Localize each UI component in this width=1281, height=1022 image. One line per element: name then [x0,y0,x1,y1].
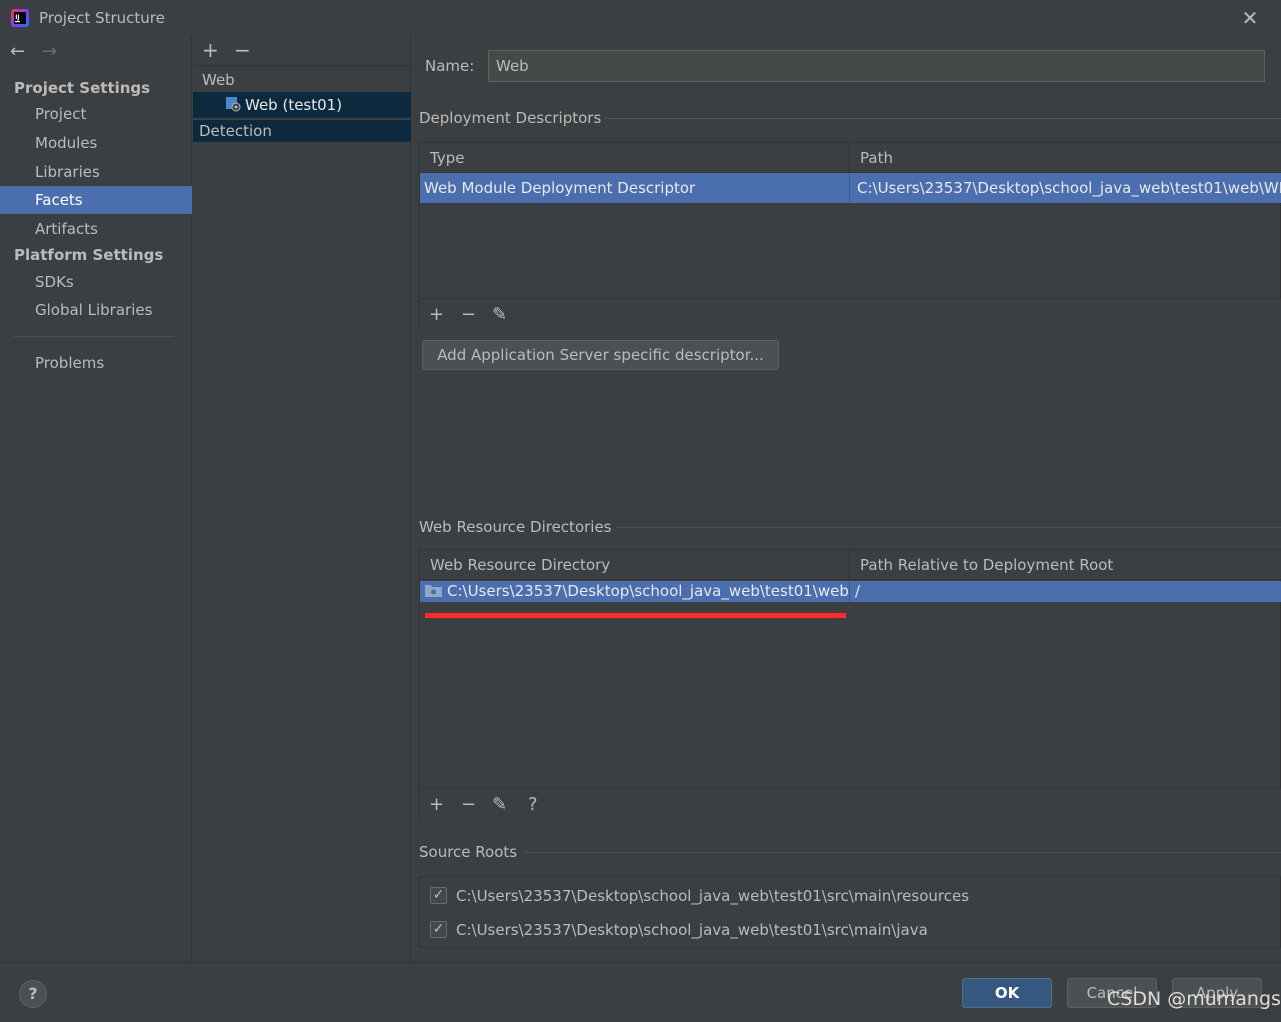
nav-item-facets[interactable]: Facets [0,186,192,214]
close-icon[interactable]: ✕ [1240,8,1260,28]
remove-icon[interactable]: − [234,40,251,60]
column-header-path[interactable]: Path [850,143,1281,173]
watermark: CSDN @mumangs [1107,988,1281,1010]
web-resource-dir-cell: C:\Users\23537\Desktop\school_java_web\t… [420,581,850,602]
red-underline-annotation [425,613,846,618]
facet-tree-toolbar: + − [193,36,411,66]
nav-item-global-libraries[interactable]: Global Libraries [0,296,192,324]
edit-pencil-icon[interactable]: ✎ [492,794,507,815]
add-server-descriptor-button[interactable]: Add Application Server specific descript… [422,340,779,370]
svg-text:IJ: IJ [15,14,19,21]
deployment-descriptors-table: Type Path Web Module Deployment Descript… [419,142,1281,330]
web-resource-dir-path: C:\Users\23537\Desktop\school_java_web\t… [447,582,849,600]
name-label: Name: [425,57,475,75]
facet-tree-panel: + − Web Web (test01) Detection [193,36,411,962]
table-row[interactable]: C:\Users\23537\Desktop\school_java_web\t… [420,581,1281,602]
add-icon[interactable]: + [202,40,219,60]
web-facet-icon [225,94,241,112]
edit-pencil-icon[interactable]: ✎ [492,304,507,325]
back-arrow-icon[interactable]: ← [10,41,25,62]
descriptor-path-cell: C:\Users\23537\Desktop\school_java_web\t… [850,173,1281,203]
remove-icon[interactable]: − [461,304,476,325]
checkbox-checked-icon[interactable]: ✓ [430,887,447,904]
deployment-table-toolbar: + − ✎ [420,298,1281,330]
column-header-type[interactable]: Type [420,143,850,173]
title-bar: IJ Project Structure ✕ [0,0,1281,36]
section-divider [524,852,1281,853]
web-resource-directories-title: Web Resource Directories [419,518,612,536]
remove-icon[interactable]: − [461,794,476,815]
column-header-relative-path[interactable]: Path Relative to Deployment Root [850,550,1281,580]
add-icon[interactable]: + [429,794,444,815]
tree-item-web-facet[interactable]: Web (test01) [193,92,411,118]
help-question-icon[interactable]: ? [528,794,538,815]
folder-icon [425,582,442,597]
section-divider [617,527,1281,528]
relative-path-cell: / [850,581,1281,602]
column-header-web-resource-directory[interactable]: Web Resource Directory [420,550,850,580]
facet-editor-panel: Name: Web Deployment Descriptors Type Pa… [412,36,1281,962]
window-title: Project Structure [39,9,165,27]
tree-group-web[interactable]: Web [193,67,411,93]
tree-item-label: Web (test01) [245,96,343,114]
help-button[interactable]: ? [19,980,47,1008]
deployment-descriptors-title: Deployment Descriptors [419,109,602,127]
add-icon[interactable]: + [429,304,444,325]
tree-group-label: Web [202,71,235,89]
name-input[interactable]: Web [488,50,1265,82]
dialog-button-bar: ? OK Cancel Apply CSDN @mumangs [0,962,1281,1022]
table-row[interactable]: Web Module Deployment Descriptor C:\User… [420,173,1281,203]
tree-item-detection[interactable]: Detection [193,120,411,142]
web-resource-directories-table: Web Resource Directory Path Relative to … [419,549,1281,820]
settings-nav: ← → Project Settings Project Modules Lib… [0,36,192,962]
checkbox-checked-icon[interactable]: ✓ [430,921,447,938]
project-settings-heading: Project Settings [14,79,151,97]
nav-item-artifacts[interactable]: Artifacts [0,215,192,243]
nav-item-modules[interactable]: Modules [0,129,192,157]
intellij-app-icon: IJ [10,8,30,28]
nav-item-problems[interactable]: Problems [0,349,192,377]
source-roots-list: ✓ C:\Users\23537\Desktop\school_java_web… [419,876,1281,948]
nav-item-libraries[interactable]: Libraries [0,158,192,186]
platform-settings-heading: Platform Settings [14,246,164,264]
ok-button[interactable]: OK [962,978,1052,1008]
forward-arrow-icon[interactable]: → [42,41,57,62]
source-root-path: C:\Users\23537\Desktop\school_java_web\t… [456,887,970,905]
nav-item-project[interactable]: Project [0,100,192,128]
nav-divider [14,336,174,337]
section-divider [604,118,1281,119]
descriptor-type-cell: Web Module Deployment Descriptor [420,173,850,203]
source-roots-title: Source Roots [419,843,518,861]
source-root-path: C:\Users\23537\Desktop\school_java_web\t… [456,921,928,939]
nav-item-sdks[interactable]: SDKs [0,268,192,296]
web-resource-table-toolbar: + − ✎ ? [420,788,1281,820]
